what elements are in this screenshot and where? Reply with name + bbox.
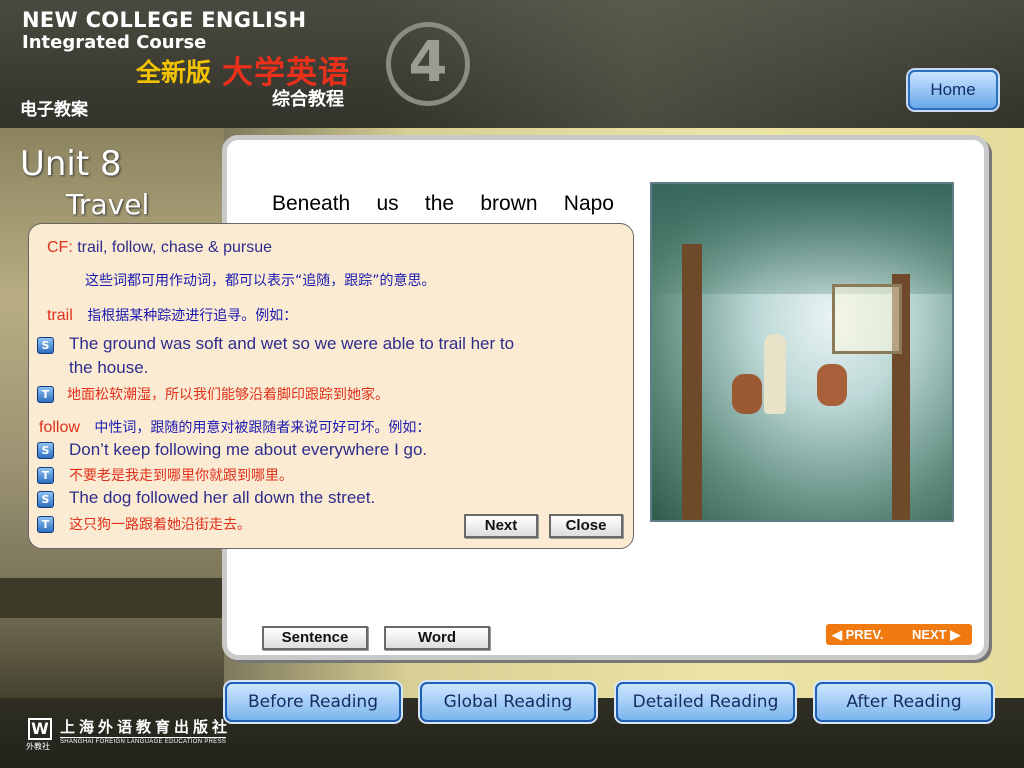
home-button[interactable]: Home xyxy=(908,70,998,110)
popup-close-button[interactable]: Close xyxy=(549,514,623,538)
prev-next-control: ◀ PREV. NEXT ▶ xyxy=(826,624,972,645)
follow-entry: follow 中性词，跟随的用意对被跟随者来说可好可坏。例如： xyxy=(39,417,430,437)
publisher-short-name: 外教社 xyxy=(26,742,50,751)
follow-word: follow xyxy=(39,419,80,436)
follow-example2-cn: 这只狗一路跟着她沿街走去。 xyxy=(69,517,251,533)
trail-example-en-cont: the house. xyxy=(69,358,149,377)
prev-label: PREV. xyxy=(845,627,884,642)
unit-number: Unit 8 xyxy=(20,144,122,184)
boat-hull xyxy=(0,578,224,618)
prev-button[interactable]: ◀ PREV. xyxy=(832,627,883,643)
follow-example1-en: Don’t keep following me about everywhere… xyxy=(69,440,428,459)
translation-icon[interactable]: T xyxy=(37,516,54,533)
course-title: NEW COLLEGE ENGLISH xyxy=(22,8,307,32)
sentence-icon[interactable]: S xyxy=(37,337,54,354)
brand-cn-new-edition: 全新版 xyxy=(136,58,212,87)
translation-icon[interactable]: T xyxy=(37,386,54,403)
trail-example-cn: 地面松软潮湿，所以我们能够沿着脚印跟踪到她家。 xyxy=(67,387,389,403)
publisher-english-name: SHANGHAI FOREIGN LANGUAGE EDUCATION PRES… xyxy=(60,737,227,745)
traveler-figure xyxy=(764,334,786,414)
sentence-button[interactable]: Sentence xyxy=(262,626,368,650)
tree-trunk xyxy=(682,244,702,520)
tab-before-reading[interactable]: Before Reading xyxy=(225,682,401,722)
translation-icon[interactable]: T xyxy=(37,467,54,484)
course-subtitle: Integrated Course xyxy=(22,32,207,53)
brand-cn-integrated: 综合教程 xyxy=(272,89,344,110)
word-button[interactable]: Word xyxy=(384,626,490,650)
unit-title: Travel xyxy=(66,188,150,221)
villager-figure xyxy=(732,374,762,414)
cf-line: CF: trail, follow, chase & pursue xyxy=(47,239,272,257)
follow-example2-en: The dog followed her all down the street… xyxy=(69,488,376,507)
next-button[interactable]: NEXT ▶ xyxy=(912,627,960,643)
jungle-illustration xyxy=(650,182,954,522)
cf-label: CF: xyxy=(47,239,73,256)
tab-global-reading[interactable]: Global Reading xyxy=(420,682,596,722)
tab-after-reading[interactable]: After Reading xyxy=(815,682,993,722)
publisher-logo: W xyxy=(28,718,52,740)
electronic-lesson-label: 电子教案 xyxy=(20,100,88,120)
cf-words: trail, follow, chase & pursue xyxy=(77,239,272,256)
popup-next-button[interactable]: Next xyxy=(464,514,538,538)
next-label: NEXT xyxy=(912,627,947,642)
vocabulary-popup: CF: trail, follow, chase & pursue 这些词都可用… xyxy=(28,223,634,549)
hut xyxy=(832,284,902,354)
trail-note: 指根据某种踪迹进行追寻。例如： xyxy=(87,308,298,324)
follow-example1-cn: 不要老是我走到哪里你就跟到哪里。 xyxy=(69,468,293,484)
trail-entry: trail 指根据某种踪迹进行追寻。例如： xyxy=(47,305,297,325)
sentence-icon[interactable]: S xyxy=(37,491,54,508)
villager-figure xyxy=(817,364,847,406)
trail-example-en: The ground was soft and wet so we were a… xyxy=(69,334,515,353)
sea xyxy=(0,618,224,698)
sentence-icon[interactable]: S xyxy=(37,442,54,459)
trail-word: trail xyxy=(47,307,73,324)
tab-detailed-reading[interactable]: Detailed Reading xyxy=(616,682,795,722)
publisher-name: 上海外语教育出版社 xyxy=(60,718,232,736)
passage-text: Beneath us the brown Napo xyxy=(272,192,614,215)
follow-note: 中性词，跟随的用意对被跟随者来说可好可坏。例如： xyxy=(94,420,431,436)
book-number-badge: 4 xyxy=(386,22,470,106)
cf-note: 这些词都可用作动词，都可以表示“追随，跟踪”的意思。 xyxy=(85,273,436,289)
